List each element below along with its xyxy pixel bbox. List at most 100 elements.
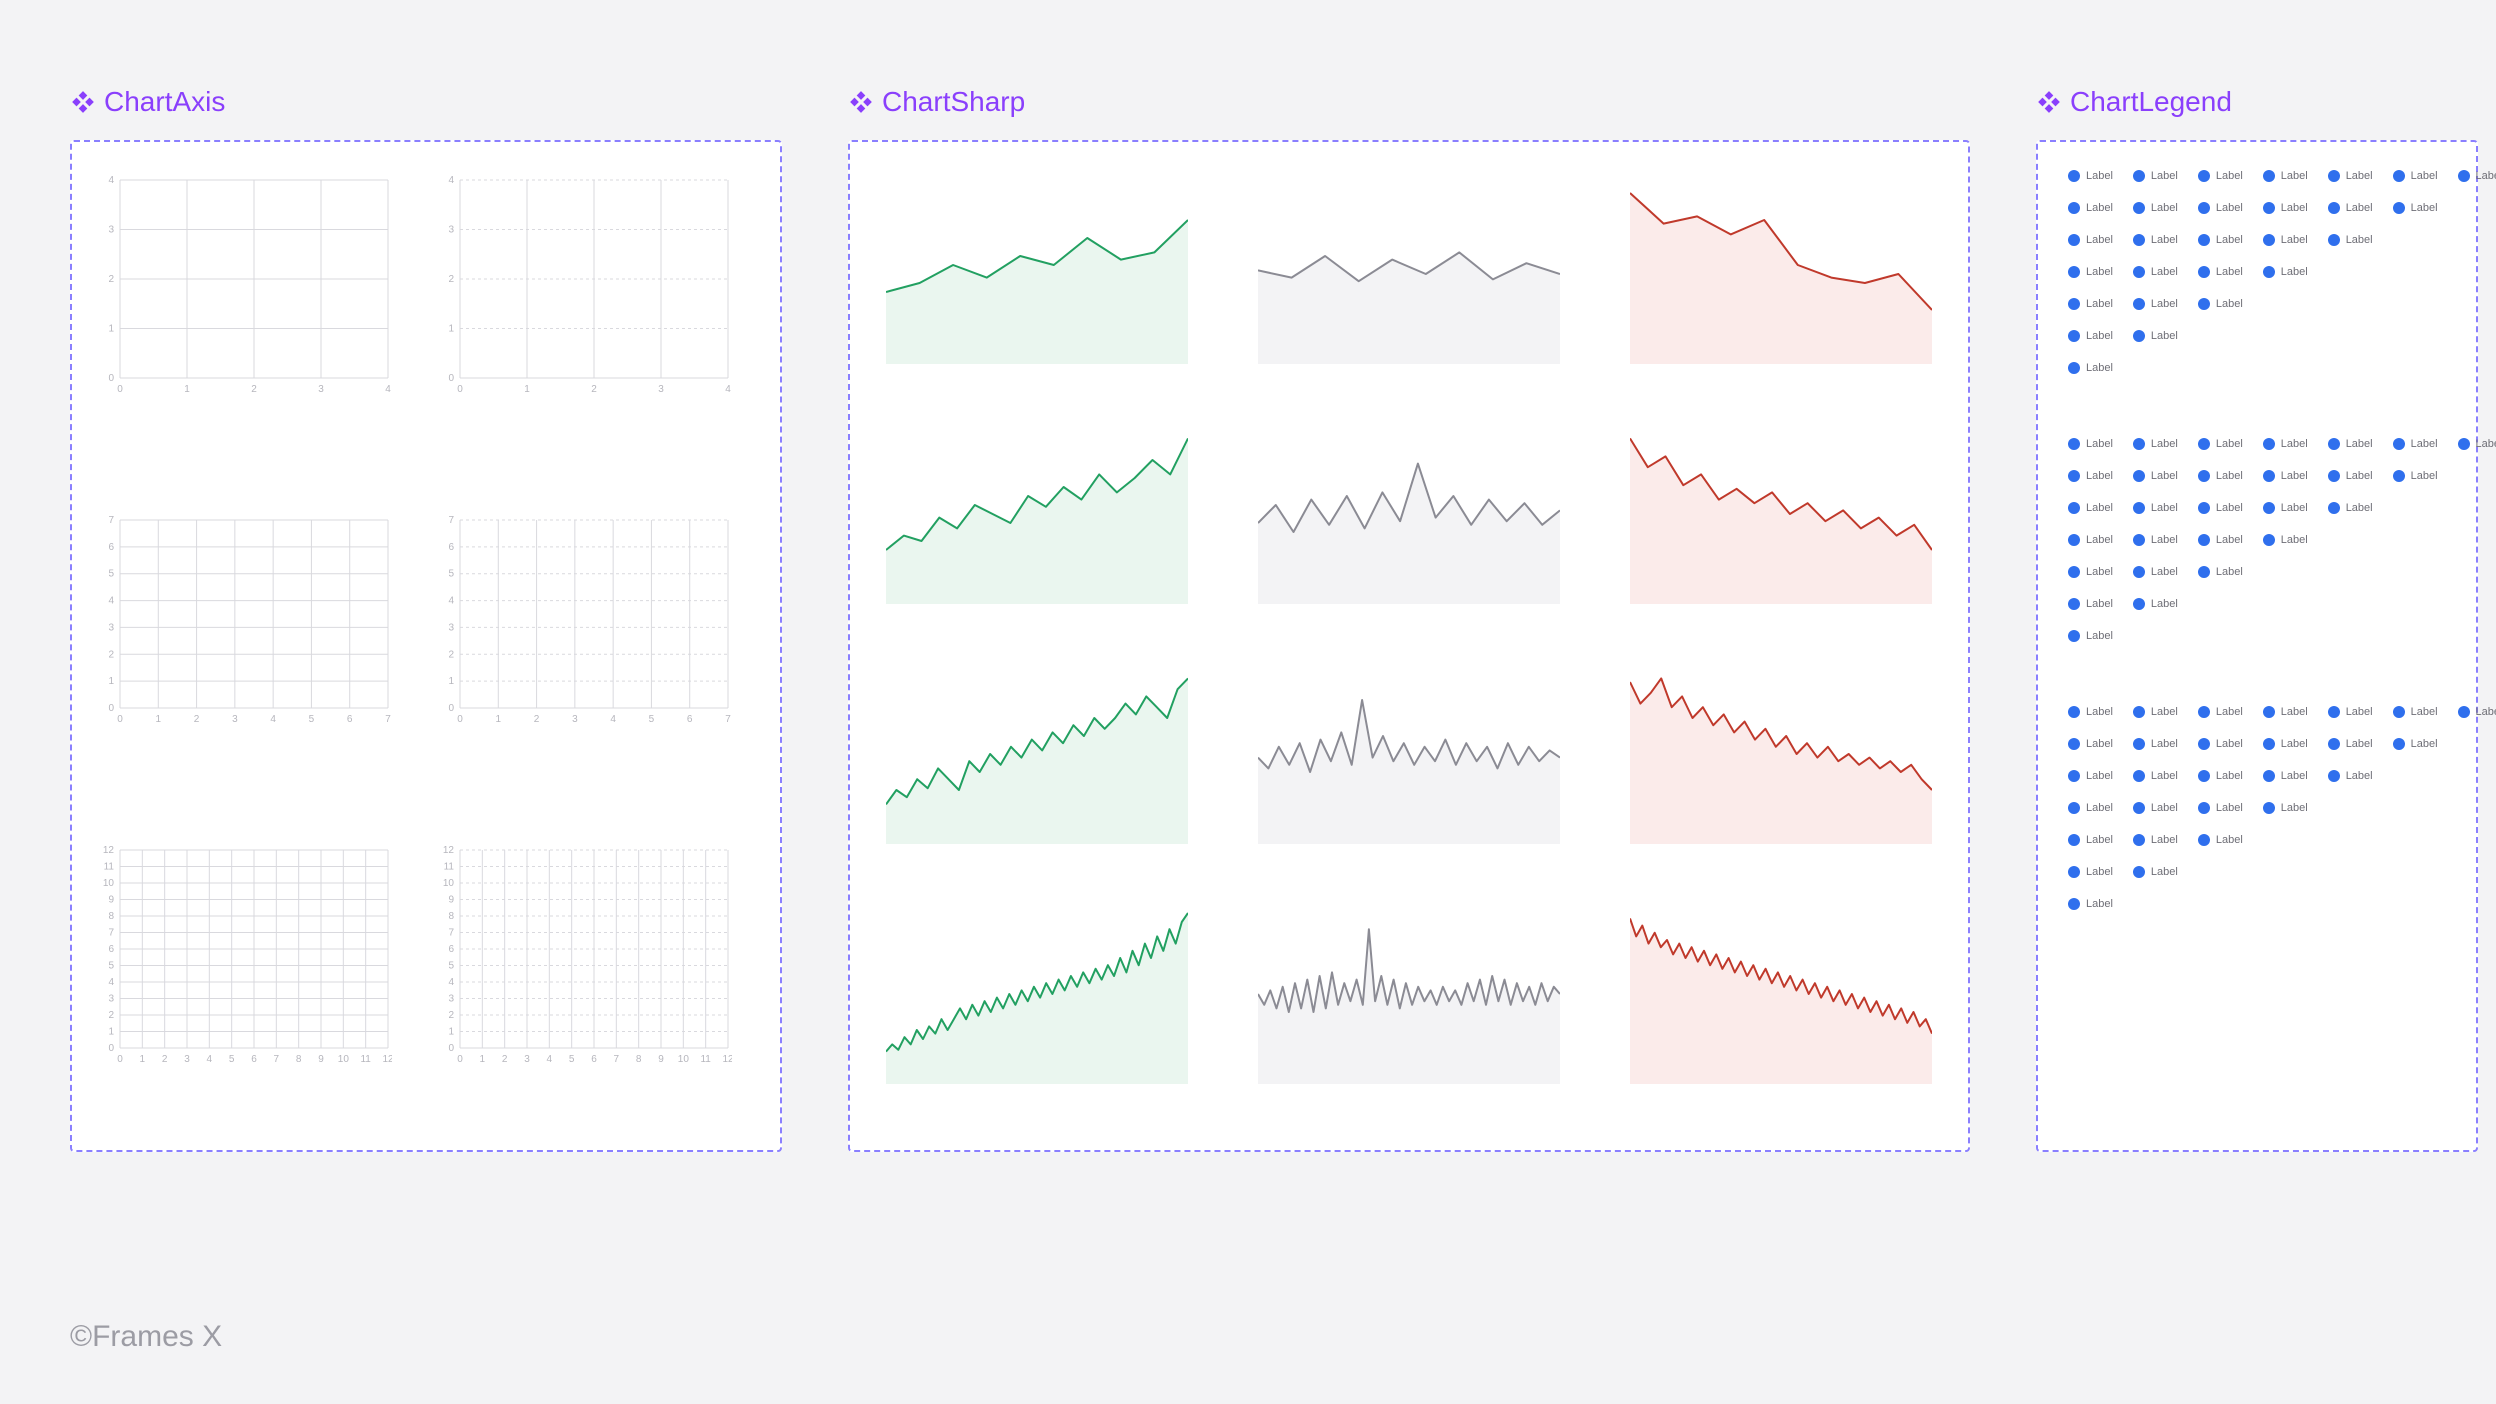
- legend-dot-icon: [2133, 534, 2145, 546]
- svg-text:4: 4: [108, 977, 114, 988]
- legend-dot-icon: [2068, 470, 2080, 482]
- legend-dot-icon: [2263, 706, 2275, 718]
- legend-item: Label: [2133, 266, 2178, 278]
- legend-label: Label: [2216, 770, 2243, 782]
- legend-row: LabelLabelLabelLabelLabelLabelLabel: [2068, 438, 2452, 450]
- legend-dot-icon: [2393, 738, 2405, 750]
- legend-dot-icon: [2263, 170, 2275, 182]
- legend-dot-icon: [2198, 706, 2210, 718]
- legend-block: LabelLabelLabelLabelLabelLabelLabelLabel…: [2068, 170, 2452, 374]
- legend-item: Label: [2068, 502, 2113, 514]
- component-chart-axis: ChartAxis 012340123401234012340123456701…: [70, 140, 782, 1152]
- legend-label: Label: [2086, 470, 2113, 482]
- svg-text:0: 0: [108, 373, 114, 384]
- legend-dot-icon: [2198, 534, 2210, 546]
- legend-row: Label: [2068, 898, 2452, 910]
- svg-text:3: 3: [108, 622, 114, 633]
- legend-label: Label: [2086, 170, 2113, 182]
- svg-text:9: 9: [108, 895, 114, 906]
- svg-text:1: 1: [448, 676, 454, 687]
- legend-label: Label: [2346, 770, 2373, 782]
- legend-item: Label: [2068, 898, 2113, 910]
- legend-dot-icon: [2133, 738, 2145, 750]
- legend-dot-icon: [2133, 566, 2145, 578]
- legend-item: Label: [2133, 770, 2178, 782]
- legend-dot-icon: [2133, 470, 2145, 482]
- legend-item: Label: [2263, 706, 2308, 718]
- legend-item: Label: [2198, 802, 2243, 814]
- legend-item: Label: [2393, 706, 2438, 718]
- legend-row: LabelLabelLabelLabelLabel: [2068, 770, 2452, 782]
- legend-item: Label: [2198, 566, 2243, 578]
- legend-item: Label: [2068, 866, 2113, 878]
- legend-item: Label: [2068, 438, 2113, 450]
- legend-item: Label: [2198, 266, 2243, 278]
- legend-label: Label: [2151, 598, 2178, 610]
- legend-item: Label: [2133, 470, 2178, 482]
- legend-dot-icon: [2068, 330, 2080, 342]
- legend-dot-icon: [2263, 202, 2275, 214]
- legend-dot-icon: [2068, 898, 2080, 910]
- legend-label: Label: [2281, 770, 2308, 782]
- component-title: ChartAxis: [70, 86, 225, 118]
- legend-label: Label: [2216, 234, 2243, 246]
- svg-text:5: 5: [448, 569, 454, 580]
- legend-label: Label: [2281, 502, 2308, 514]
- legend-item: Label: [2068, 738, 2113, 750]
- legend-item: Label: [2263, 802, 2308, 814]
- svg-text:0: 0: [108, 1043, 114, 1054]
- svg-text:8: 8: [108, 911, 114, 922]
- legend-dot-icon: [2068, 438, 2080, 450]
- sharp-chart-up: [886, 904, 1188, 1084]
- legend-label: Label: [2086, 630, 2113, 642]
- legend-label: Label: [2281, 170, 2308, 182]
- legend-label: Label: [2151, 738, 2178, 750]
- legend-dot-icon: [2328, 234, 2340, 246]
- legend-item: Label: [2263, 770, 2308, 782]
- legend-label: Label: [2151, 298, 2178, 310]
- legend-row: LabelLabelLabelLabelLabelLabel: [2068, 202, 2452, 214]
- legend-label: Label: [2216, 470, 2243, 482]
- svg-text:10: 10: [338, 1054, 350, 1065]
- svg-text:9: 9: [448, 895, 454, 906]
- legend-item: Label: [2133, 802, 2178, 814]
- legend-block: LabelLabelLabelLabelLabelLabelLabelLabel…: [2068, 438, 2452, 642]
- legend-item: Label: [2263, 234, 2308, 246]
- legend-dot-icon: [2198, 834, 2210, 846]
- legend-row: LabelLabelLabelLabelLabelLabelLabel: [2068, 170, 2452, 182]
- svg-text:4: 4: [725, 384, 731, 395]
- legend-row: LabelLabelLabelLabelLabelLabel: [2068, 470, 2452, 482]
- svg-text:1: 1: [140, 1054, 146, 1065]
- legend-item: Label: [2068, 566, 2113, 578]
- svg-text:2: 2: [108, 649, 114, 660]
- svg-text:6: 6: [448, 542, 454, 553]
- legend-label: Label: [2216, 802, 2243, 814]
- legend-dot-icon: [2133, 802, 2145, 814]
- svg-text:3: 3: [232, 714, 238, 725]
- svg-text:4: 4: [547, 1054, 553, 1065]
- legend-item: Label: [2198, 298, 2243, 310]
- legend-item: Label: [2198, 706, 2243, 718]
- sharp-chart-up: [886, 424, 1188, 604]
- legend-item: Label: [2068, 802, 2113, 814]
- legend-item: Label: [2068, 202, 2113, 214]
- legend-label: Label: [2086, 534, 2113, 546]
- legend-row: LabelLabel: [2068, 866, 2452, 878]
- legend-label: Label: [2346, 470, 2373, 482]
- legend-dot-icon: [2198, 266, 2210, 278]
- legend-label: Label: [2216, 738, 2243, 750]
- legend-item: Label: [2133, 170, 2178, 182]
- legend-item: Label: [2068, 362, 2113, 374]
- legend-item: Label: [2133, 566, 2178, 578]
- svg-text:0: 0: [108, 703, 114, 714]
- svg-text:1: 1: [524, 384, 530, 395]
- component-title-text: ChartLegend: [2070, 86, 2232, 118]
- axis-chart: 0123456701234567: [442, 516, 732, 726]
- svg-text:8: 8: [636, 1054, 642, 1065]
- legend-item: Label: [2328, 470, 2373, 482]
- legend-label: Label: [2216, 706, 2243, 718]
- svg-text:1: 1: [480, 1054, 486, 1065]
- legend-dot-icon: [2133, 234, 2145, 246]
- svg-text:6: 6: [251, 1054, 257, 1065]
- legend-dot-icon: [2133, 770, 2145, 782]
